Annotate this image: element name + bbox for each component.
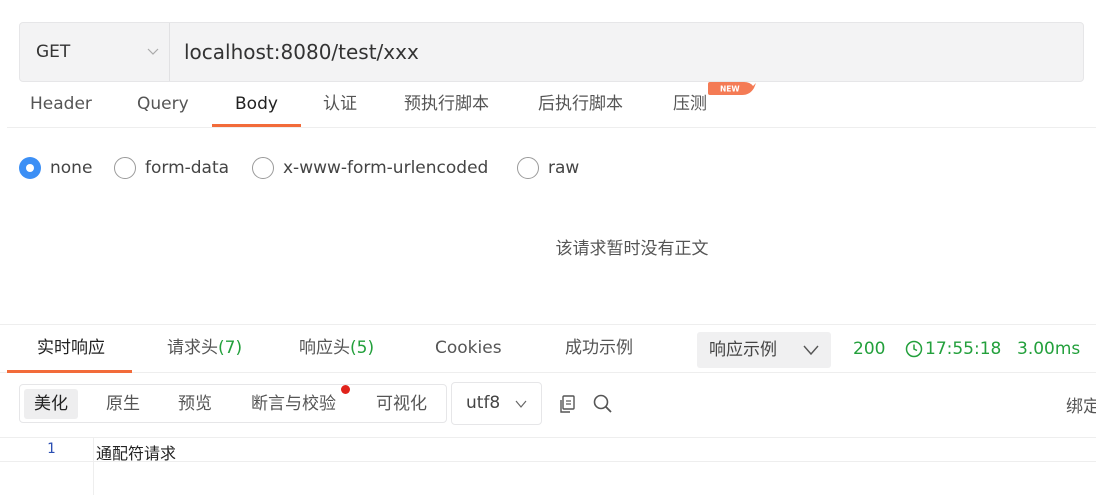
mode-pretty[interactable]: 美化 xyxy=(24,389,78,419)
response-code-editor[interactable]: 1 通配符请求 xyxy=(0,437,1096,495)
encoding-select[interactable]: utf8 xyxy=(451,382,542,425)
tab-label: Cookies xyxy=(435,338,502,358)
search-icon[interactable] xyxy=(592,393,613,414)
radio-x-www-form-urlencoded[interactable]: x-www-form-urlencoded xyxy=(252,152,488,184)
tab-success-example[interactable]: 成功示例 xyxy=(565,325,633,373)
request-tabs: Header Query Body 认证 预执行脚本 后执行脚本 压测 xyxy=(7,82,1096,128)
tab-load-test[interactable]: 压测 xyxy=(673,82,707,128)
radio-none[interactable]: none xyxy=(19,152,92,184)
response-example-select[interactable]: 响应示例 xyxy=(697,332,831,368)
tab-request-headers[interactable]: 请求头(7) xyxy=(167,325,242,373)
select-label: 响应示例 xyxy=(709,340,777,360)
radio-label: x-www-form-urlencoded xyxy=(283,158,489,178)
chevron-down-icon xyxy=(515,400,527,408)
tab-live-response[interactable]: 实时响应 xyxy=(37,325,105,373)
tab-response-headers[interactable]: 响应头(5) xyxy=(299,325,374,373)
response-tabs: 实时响应 请求头(7) 响应头(5) Cookies 成功示例 响应示例 200… xyxy=(0,324,1096,373)
tab-post-script[interactable]: 后执行脚本 xyxy=(538,82,623,128)
status-code: 200 xyxy=(853,339,886,359)
tab-cookies[interactable]: Cookies xyxy=(435,325,502,373)
format-mode-group: 美化 原生 预览 断言与校验 可视化 xyxy=(19,384,447,423)
mode-preview[interactable]: 预览 xyxy=(168,389,222,419)
copy-icon[interactable] xyxy=(557,394,577,414)
tab-label: 实时响应 xyxy=(37,338,105,358)
line-number: 1 xyxy=(47,441,56,457)
tab-pre-script[interactable]: 预执行脚本 xyxy=(404,82,489,128)
bind-label[interactable]: 绑定 xyxy=(1066,392,1096,417)
radio-label: none xyxy=(50,158,93,178)
notification-dot xyxy=(341,385,350,394)
code-line-text: 通配符请求 xyxy=(96,444,177,463)
radio-raw[interactable]: raw xyxy=(517,152,579,184)
response-time: 17:55:18 xyxy=(925,339,1002,359)
method-label: GET xyxy=(36,42,71,62)
radio-circle xyxy=(114,157,136,179)
radio-circle xyxy=(252,157,274,179)
radio-circle xyxy=(19,157,41,179)
response-duration: 3.00ms xyxy=(1017,339,1081,359)
encoding-label: utf8 xyxy=(466,393,501,413)
tab-label: 请求头 xyxy=(167,338,218,358)
mode-assertions[interactable]: 断言与校验 xyxy=(241,389,346,419)
tab-count: (5) xyxy=(350,338,375,358)
tab-label: 响应头 xyxy=(299,338,350,358)
active-tab-indicator xyxy=(7,370,132,373)
tab-header[interactable]: Header xyxy=(30,82,92,128)
mode-raw[interactable]: 原生 xyxy=(96,389,150,419)
radio-form-data[interactable]: form-data xyxy=(114,152,229,184)
chevron-down-icon xyxy=(147,48,159,55)
radio-label: form-data xyxy=(145,158,230,178)
mode-visualize[interactable]: 可视化 xyxy=(366,389,437,419)
active-tab-indicator xyxy=(212,124,301,127)
tab-body[interactable]: Body xyxy=(235,82,278,128)
line-gutter: 1 xyxy=(0,438,94,495)
tab-query[interactable]: Query xyxy=(137,82,189,128)
tab-auth[interactable]: 认证 xyxy=(323,82,357,128)
radio-label: raw xyxy=(548,158,580,178)
tab-label: 成功示例 xyxy=(565,338,633,358)
url-bar: GET localhost:8080/test/xxx xyxy=(19,22,1084,82)
chevron-down-icon xyxy=(803,345,819,356)
url-input[interactable]: localhost:8080/test/xxx xyxy=(170,40,419,64)
tab-count: (7) xyxy=(218,338,243,358)
method-select[interactable]: GET xyxy=(20,23,170,81)
empty-body-message: 该请求暂时没有正文 xyxy=(555,239,709,259)
svg-text:NEW: NEW xyxy=(720,85,740,94)
radio-circle xyxy=(517,157,539,179)
clock-icon xyxy=(905,340,923,358)
new-badge-icon: NEW xyxy=(708,82,756,95)
